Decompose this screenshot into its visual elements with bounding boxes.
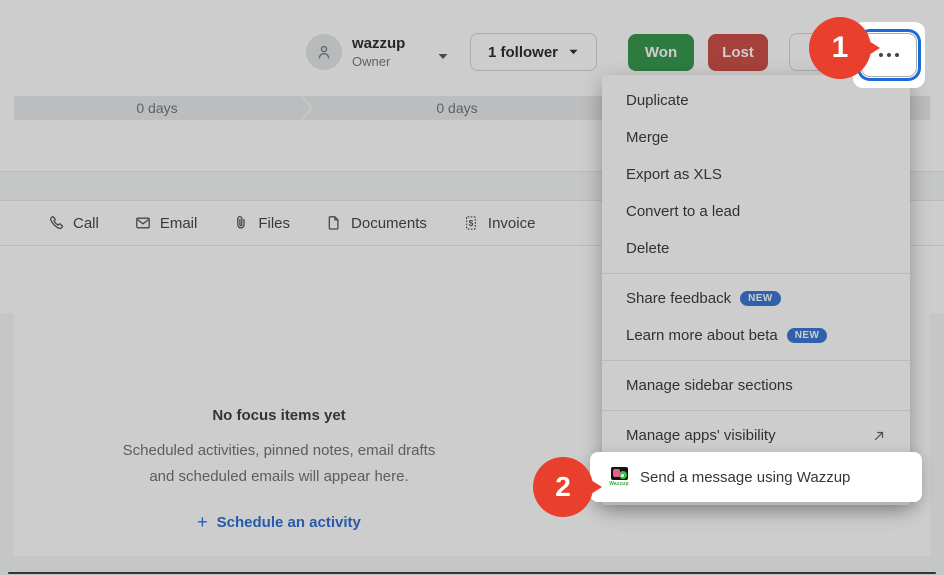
phone-icon — [48, 215, 64, 231]
ellipsis-dot — [895, 53, 899, 57]
tab-email[interactable]: Email — [135, 215, 198, 232]
wazzup-logo-icon: Wazzup — [610, 467, 628, 487]
followers-label: 1 follower — [488, 44, 558, 61]
menu-item-share-feedback[interactable]: Share feedback NEW — [602, 280, 910, 317]
schedule-activity-link[interactable]: + Schedule an activity — [197, 514, 361, 531]
paperclip-icon — [233, 215, 249, 231]
focus-empty-state: No focus items yet Scheduled activities,… — [14, 313, 544, 533]
menu-divider — [602, 410, 910, 411]
owner-dropdown[interactable]: wazzup Owner — [306, 34, 449, 71]
screenshot-bottom-border — [8, 572, 936, 574]
owner-texts: wazzup Owner — [352, 34, 405, 71]
menu-item-label: Delete — [626, 240, 669, 257]
menu-item-label: Share feedback — [626, 290, 731, 307]
deal-detail-screen: wazzup Owner 1 follower Won Lost $ 0 day… — [0, 0, 944, 575]
owner-role: Owner — [352, 53, 405, 71]
won-label: Won — [645, 44, 677, 61]
tab-invoice[interactable]: $ Invoice — [463, 215, 536, 232]
menu-item-label: Export as XLS — [626, 166, 722, 183]
menu-item-delete[interactable]: Delete — [602, 230, 910, 267]
wazzup-logo-mark — [611, 467, 628, 480]
new-badge: NEW — [740, 291, 781, 306]
stage-days-label: 0 days — [436, 100, 477, 116]
focus-description: Scheduled activities, pinned notes, emai… — [14, 438, 544, 490]
tab-label: Files — [258, 215, 290, 232]
tab-label: Invoice — [488, 215, 536, 232]
envelope-icon — [135, 215, 151, 231]
focus-desc-line1: Scheduled activities, pinned notes, emai… — [14, 438, 544, 464]
menu-item-learn-beta[interactable]: Learn more about beta NEW — [602, 317, 910, 354]
more-actions-menu: Duplicate Merge Export as XLS Convert to… — [602, 75, 910, 505]
document-icon — [326, 215, 342, 231]
new-badge: NEW — [787, 328, 828, 343]
menu-item-label: Manage sidebar sections — [626, 377, 793, 394]
ellipsis-icon — [879, 53, 883, 57]
stage-segment[interactable]: 0 days — [314, 96, 600, 120]
callout-step-1: 1 — [809, 17, 871, 79]
lost-button[interactable]: Lost — [708, 34, 768, 71]
chevron-down-icon — [568, 48, 579, 56]
stage-chevron-icon — [300, 96, 314, 120]
stage-segment[interactable]: 0 days — [14, 96, 300, 120]
won-button[interactable]: Won — [628, 34, 694, 71]
menu-item-convert-lead[interactable]: Convert to a lead — [602, 193, 910, 230]
stage-days-label: 0 days — [136, 100, 177, 116]
ellipsis-dot — [887, 53, 891, 57]
person-icon — [315, 43, 333, 61]
menu-item-manage-apps-visibility[interactable]: Manage apps' visibility — [602, 417, 910, 454]
menu-divider — [602, 360, 910, 361]
menu-item-export-xls[interactable]: Export as XLS — [602, 156, 910, 193]
chevron-down-icon[interactable] — [437, 48, 449, 66]
svg-text:$: $ — [469, 218, 474, 228]
wazzup-item-label: Send a message using Wazzup — [640, 469, 850, 486]
menu-divider — [602, 273, 910, 274]
wazzup-logo-text: Wazzup — [609, 481, 629, 487]
menu-item-label: Learn more about beta — [626, 327, 778, 344]
tab-label: Email — [160, 215, 198, 232]
menu-item-send-wazzup[interactable]: Wazzup Send a message using Wazzup — [590, 452, 922, 502]
tab-files[interactable]: Files — [233, 215, 290, 232]
owner-name: wazzup — [352, 34, 405, 53]
owner-avatar — [306, 34, 342, 70]
menu-item-label: Duplicate — [626, 92, 689, 109]
menu-item-label: Manage apps' visibility — [626, 427, 776, 444]
arrow-up-right-icon — [872, 429, 886, 443]
tab-documents[interactable]: Documents — [326, 215, 427, 232]
tab-call[interactable]: Call — [48, 215, 99, 232]
plus-icon: + — [197, 515, 208, 530]
menu-item-manage-sidebar[interactable]: Manage sidebar sections — [602, 367, 910, 404]
lost-label: Lost — [722, 44, 754, 61]
focus-title: No focus items yet — [14, 407, 544, 424]
tab-label: Call — [73, 215, 99, 232]
menu-item-label: Merge — [626, 129, 669, 146]
followers-button[interactable]: 1 follower — [470, 33, 597, 71]
receipt-icon: $ — [463, 215, 479, 231]
tab-label: Documents — [351, 215, 427, 232]
callout-step-2: 2 — [533, 457, 593, 517]
schedule-activity-label: Schedule an activity — [217, 514, 361, 531]
menu-item-merge[interactable]: Merge — [602, 119, 910, 156]
menu-item-label: Convert to a lead — [626, 203, 740, 220]
focus-desc-line2: and scheduled emails will appear here. — [14, 464, 544, 490]
